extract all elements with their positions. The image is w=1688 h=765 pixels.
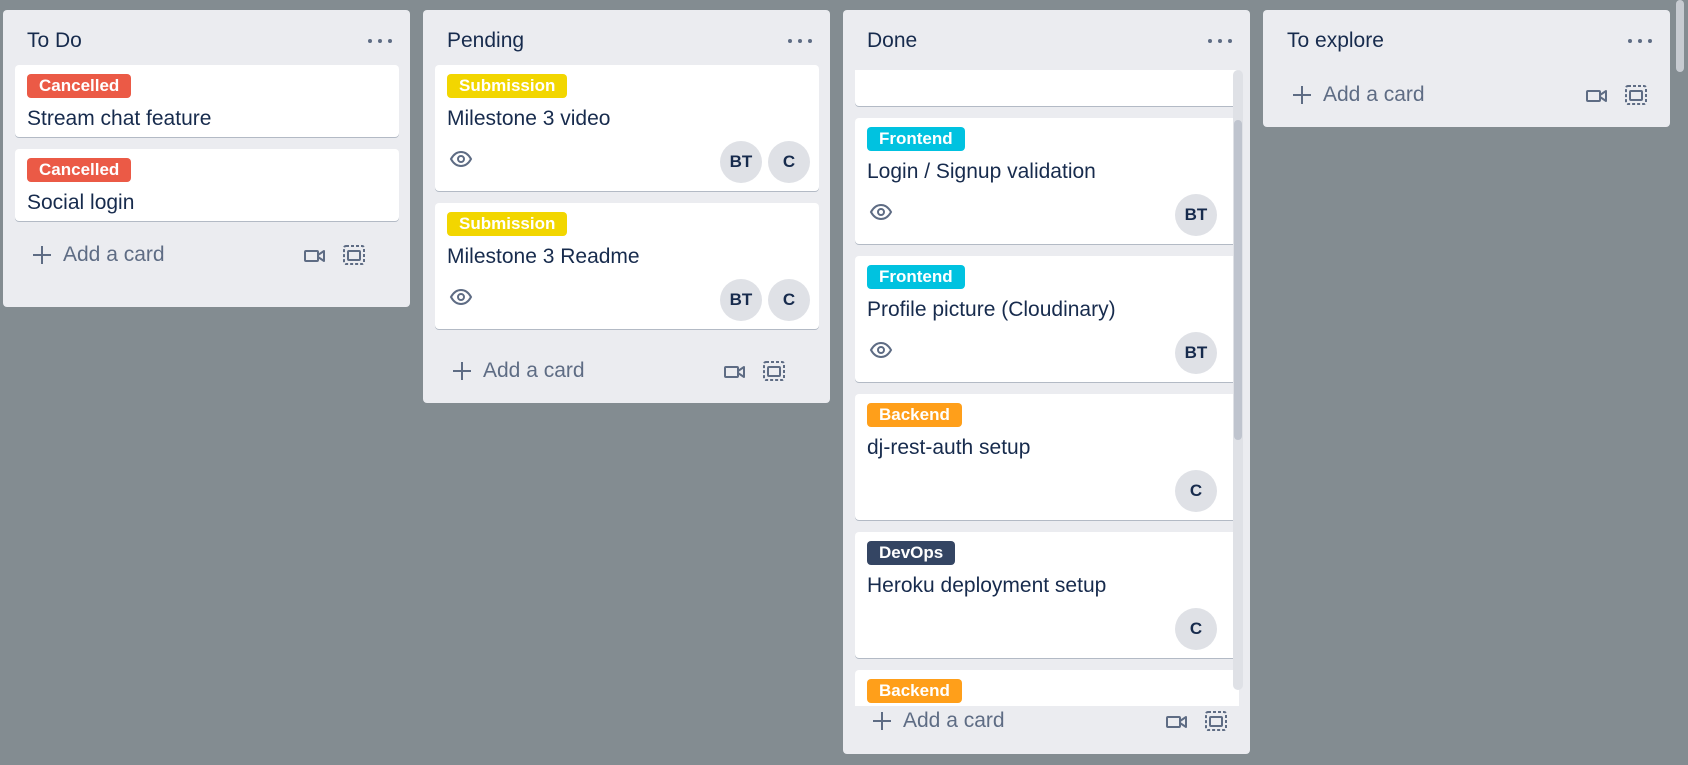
plus-icon: [33, 246, 51, 264]
card-label-backend: Backend: [867, 403, 962, 427]
card-milestone-3-readme[interactable]: Submission Milestone 3 Readme BT C: [435, 203, 819, 329]
list-menu-ellipsis-icon[interactable]: [1208, 31, 1232, 51]
add-card-label: Add a card: [903, 709, 1005, 732]
member-avatar[interactable]: C: [768, 279, 810, 321]
card-template-icon[interactable]: [762, 359, 786, 383]
card-template-icon[interactable]: [1204, 709, 1228, 733]
card-template-icon[interactable]: [342, 243, 366, 267]
card-label-submission: Submission: [447, 74, 568, 98]
eye-icon: [869, 203, 893, 221]
member-avatar[interactable]: BT: [1175, 332, 1217, 374]
eye-icon: [869, 341, 893, 359]
plus-icon: [453, 362, 471, 380]
eye-icon: [449, 288, 473, 306]
add-card-label: Add a card: [483, 359, 585, 382]
eye-icon: [449, 150, 473, 168]
card-heroku-deployment-setup[interactable]: DevOps Heroku deployment setup C: [855, 532, 1239, 658]
add-card-label: Add a card: [63, 243, 165, 266]
list-menu-ellipsis-icon[interactable]: [788, 31, 812, 51]
card-social-login[interactable]: Cancelled Social login: [15, 149, 399, 221]
list-to-do: To Do Cancelled Stream chat feature Canc…: [3, 10, 410, 307]
list-title[interactable]: To explore: [1287, 30, 1384, 51]
board-horizontal-scrollbar[interactable]: [1676, 0, 1684, 72]
member-avatar[interactable]: BT: [1175, 194, 1217, 236]
card-title: Profile picture (Cloudinary): [867, 298, 1116, 321]
card-label-cancelled: Cancelled: [27, 158, 132, 182]
done-scrollbar-thumb[interactable]: [1234, 120, 1242, 440]
card-milestone-3-video[interactable]: Submission Milestone 3 video BT C: [435, 65, 819, 191]
plus-icon: [873, 712, 891, 730]
list-title[interactable]: Pending: [447, 30, 524, 51]
list-done: Done BT Frontend Login / Signup validati…: [843, 10, 1250, 754]
card-title: Heroku deployment setup: [867, 574, 1107, 597]
card-partial-top[interactable]: BT: [855, 70, 1239, 106]
member-avatar[interactable]: C: [768, 141, 810, 183]
add-card-label: Add a card: [1323, 83, 1425, 106]
video-camera-icon[interactable]: [1165, 710, 1189, 734]
member-avatar[interactable]: BT: [720, 279, 762, 321]
card-login-signup-validation[interactable]: Frontend Login / Signup validation BT: [855, 118, 1239, 244]
card-label-submission: Submission: [447, 212, 568, 236]
card-partial-bottom[interactable]: Backend: [855, 670, 1239, 706]
done-cards-scroll-area[interactable]: BT Frontend Login / Signup validation BT…: [843, 70, 1250, 706]
card-template-icon[interactable]: [1624, 83, 1648, 107]
list-title[interactable]: To Do: [27, 30, 82, 51]
add-card-button[interactable]: Add a card: [451, 356, 585, 386]
list-menu-ellipsis-icon[interactable]: [1628, 31, 1652, 51]
card-profile-picture[interactable]: Frontend Profile picture (Cloudinary) BT: [855, 256, 1239, 382]
list-to-explore: To explore Add a card: [1263, 10, 1670, 127]
list-title[interactable]: Done: [867, 30, 917, 51]
add-card-button[interactable]: Add a card: [31, 240, 165, 270]
card-title: Milestone 3 Readme: [447, 245, 640, 268]
video-camera-icon[interactable]: [723, 360, 747, 384]
add-card-button[interactable]: Add a card: [871, 706, 1005, 736]
card-title: Stream chat feature: [27, 107, 212, 130]
member-avatar[interactable]: C: [1175, 470, 1217, 512]
member-avatar[interactable]: C: [1175, 608, 1217, 650]
card-label-frontend: Frontend: [867, 265, 965, 289]
card-label-backend: Backend: [867, 679, 962, 703]
card-title: Social login: [27, 191, 135, 214]
list-menu-ellipsis-icon[interactable]: [368, 31, 392, 51]
add-card-button[interactable]: Add a card: [1291, 80, 1425, 110]
card-title: dj-rest-auth setup: [867, 436, 1031, 459]
card-label-frontend: Frontend: [867, 127, 965, 151]
member-avatar[interactable]: BT: [720, 141, 762, 183]
card-title: Login / Signup validation: [867, 160, 1096, 183]
card-title: Milestone 3 video: [447, 107, 611, 130]
card-dj-rest-auth-setup[interactable]: Backend dj-rest-auth setup C: [855, 394, 1239, 520]
card-label-cancelled: Cancelled: [27, 74, 132, 98]
list-pending: Pending Submission Milestone 3 video BT …: [423, 10, 830, 403]
card-label-devops: DevOps: [867, 541, 956, 565]
video-camera-icon[interactable]: [1585, 84, 1609, 108]
video-camera-icon[interactable]: [303, 244, 327, 268]
card-stream-chat-feature[interactable]: Cancelled Stream chat feature: [15, 65, 399, 137]
plus-icon: [1293, 86, 1311, 104]
